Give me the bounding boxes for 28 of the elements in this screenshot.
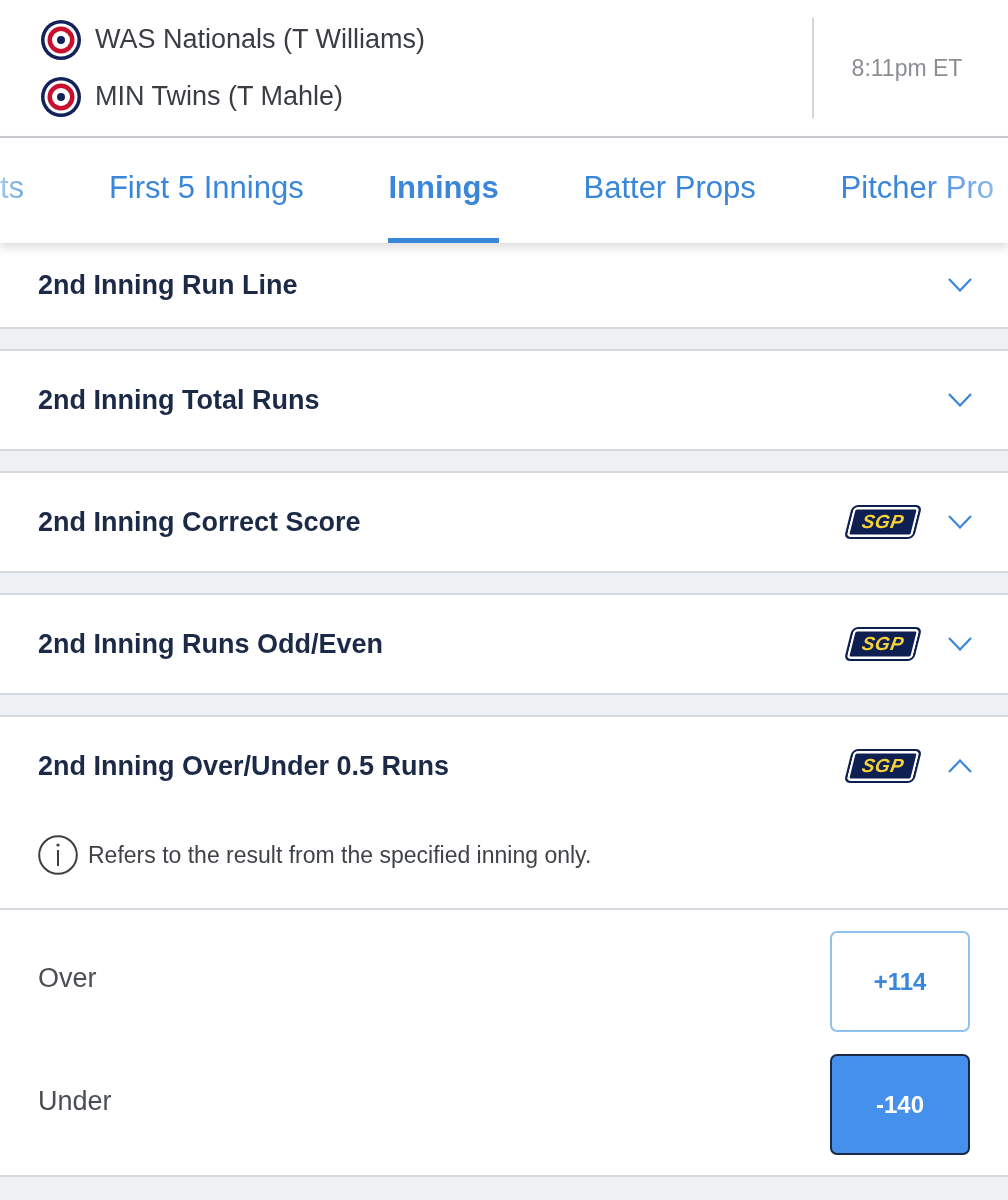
team-crest-icon — [41, 19, 81, 60]
odds-button[interactable]: +114 — [830, 931, 970, 1032]
market-title: 2nd Inning Correct Score — [38, 506, 361, 538]
team-name: MIN Twins (T Mahle) — [95, 81, 344, 112]
tab[interactable]: Batter Props — [583, 138, 756, 243]
outcome-label: Over — [38, 963, 97, 994]
chevron-down-icon[interactable] — [948, 393, 972, 407]
market-title: 2nd Inning Run Line — [38, 269, 298, 301]
tab[interactable]: Pitcher Pro — [840, 138, 994, 243]
market-title: 2nd Inning Over/Under 0.5 Runs — [38, 750, 450, 782]
game-time: 8:11pm ET — [851, 54, 963, 82]
chevron-down-icon[interactable] — [948, 515, 972, 529]
info-text: Refers to the result from the specified inning only. — [88, 841, 592, 870]
chevron-down-icon[interactable] — [948, 637, 972, 651]
chevron-down-icon[interactable] — [948, 278, 972, 292]
tab[interactable]: ts — [0, 138, 25, 243]
sgp-badge: SGP — [843, 505, 923, 539]
market-title: 2nd Inning Total Runs — [38, 384, 320, 416]
team-crest-icon — [41, 76, 81, 117]
sgp-badge: SGP — [843, 749, 923, 783]
tab[interactable]: First 5 Innings — [108, 138, 304, 243]
chevron-up-icon[interactable] — [948, 759, 972, 773]
team-name: WAS Nationals (T Williams) — [95, 24, 426, 55]
market-title: 2nd Inning Runs Odd/Even — [38, 628, 383, 660]
odds-button[interactable]: -140 — [830, 1054, 970, 1155]
outcome-label: Under — [38, 1086, 112, 1117]
info-icon — [38, 835, 78, 875]
sgp-badge: SGP — [843, 627, 923, 661]
